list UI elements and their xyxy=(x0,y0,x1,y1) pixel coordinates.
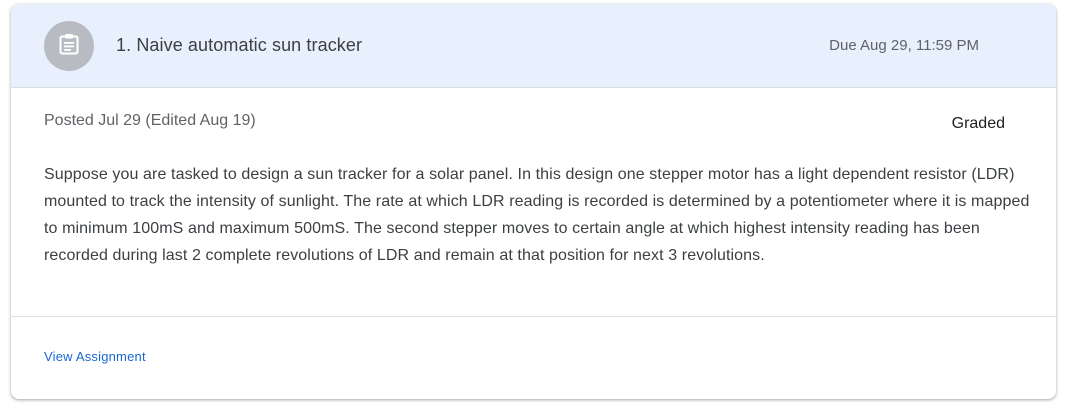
status-badge: Graded xyxy=(951,115,1005,132)
posted-date: Posted Jul 29 (Edited Aug 19) xyxy=(44,112,256,129)
assignment-header[interactable]: 1. Naive automatic sun tracker Due Aug 2… xyxy=(11,4,1056,88)
assignment-icon xyxy=(59,33,79,60)
due-date: Due Aug 29, 11:59 PM xyxy=(829,37,979,54)
assignment-avatar xyxy=(44,21,94,71)
assignment-card: 1. Naive automatic sun tracker Due Aug 2… xyxy=(11,4,1056,399)
assignment-title[interactable]: 1. Naive automatic sun tracker xyxy=(116,35,362,56)
view-assignment-link[interactable]: View Assignment xyxy=(44,349,146,364)
assignment-description: Suppose you are tasked to design a sun t… xyxy=(44,166,1030,264)
divider xyxy=(11,316,1056,317)
